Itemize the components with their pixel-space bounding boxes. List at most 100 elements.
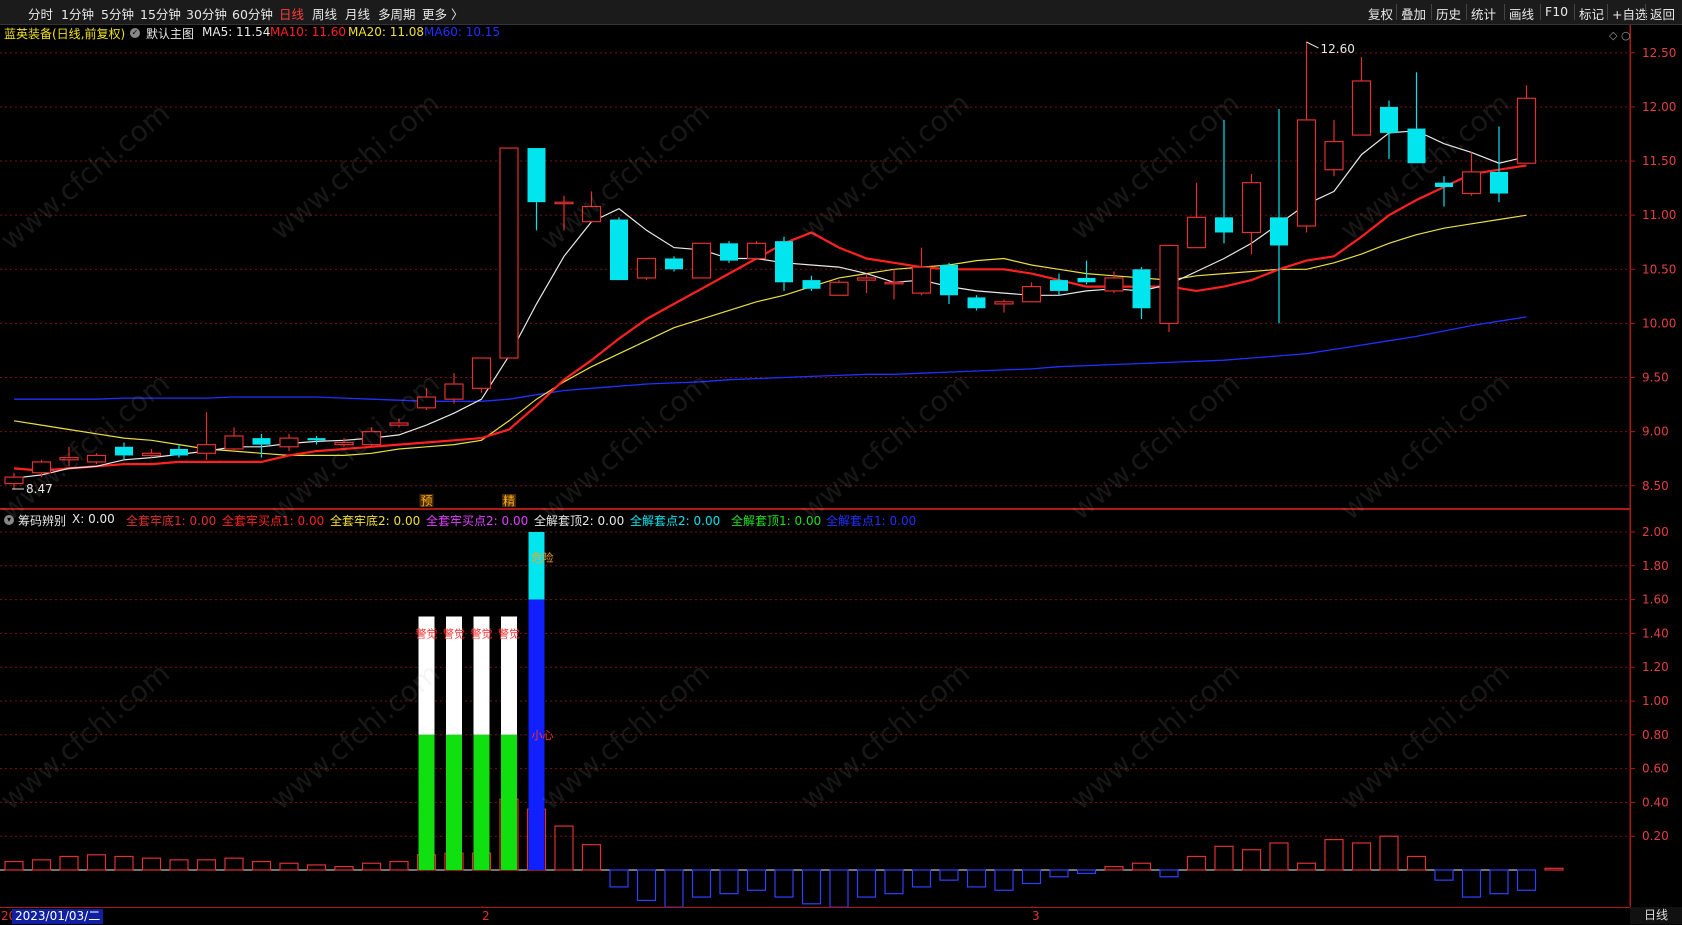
candle-body-up [994, 301, 1014, 305]
candle [1241, 174, 1262, 255]
circle-icon[interactable]: ○ [1621, 29, 1631, 42]
candle-body-down [802, 280, 821, 289]
candle-layer [4, 42, 1537, 489]
period-label[interactable]: 日线 [1630, 907, 1682, 924]
candle [829, 280, 849, 296]
candle-body-up [141, 452, 162, 457]
indicator-bar [1021, 869, 1042, 885]
candle [1407, 72, 1426, 164]
indicator-bar [224, 857, 244, 871]
candle-body-up [1021, 286, 1042, 303]
candle [389, 418, 409, 428]
indicator-layer: 警觉 警觉 警觉 警觉危险小心 [0, 532, 1564, 908]
indicator-bar [86, 854, 107, 871]
candle-body-down [307, 438, 326, 441]
candle-body-up [581, 205, 602, 223]
indicator-bar [1351, 842, 1372, 871]
marker-text: 精 [503, 494, 515, 508]
candle [224, 427, 244, 452]
grid-layer [0, 25, 1635, 924]
candle-body-up [1159, 244, 1179, 325]
candle [1351, 57, 1372, 136]
candle [856, 273, 877, 294]
indicator-bar [1269, 842, 1289, 871]
candle-body-down [527, 148, 546, 203]
candle [1461, 152, 1482, 196]
candle-body-down [1050, 280, 1068, 291]
marker-text: 预 [420, 494, 432, 508]
indicator-bar [334, 866, 354, 871]
indicator-bar [1049, 869, 1069, 878]
indicator-bar [636, 869, 657, 902]
indicator-bar [774, 869, 794, 898]
candle-body-down [1132, 269, 1151, 309]
candle-body-up [1351, 80, 1372, 136]
indicator-bar [939, 869, 959, 881]
month-3-label: 3 [1032, 909, 1040, 923]
indicator-bar [59, 855, 79, 871]
candle [1435, 176, 1453, 207]
candle-body-up [444, 383, 464, 400]
indicator-bar [719, 869, 739, 895]
indicator-bar [31, 859, 52, 871]
candle [31, 459, 52, 478]
candle [802, 275, 821, 291]
candle [994, 299, 1014, 313]
candle [1490, 126, 1508, 203]
candle-body-up [31, 461, 52, 474]
candle-body-down [1215, 217, 1233, 233]
candle [940, 262, 958, 304]
candle-body-up [471, 357, 492, 389]
indicator-bar [746, 869, 767, 891]
candle-body-down [665, 258, 683, 270]
candle [636, 257, 657, 281]
candle [884, 269, 904, 300]
candle-body-down [1077, 277, 1096, 283]
diamond-icon[interactable]: ◇ [1609, 29, 1617, 42]
indicator-bar [966, 869, 987, 888]
indicator-bar [1324, 838, 1344, 871]
candle-body-down [775, 241, 793, 283]
candle [307, 435, 326, 445]
indicator-bar [279, 862, 299, 871]
candle [1270, 109, 1288, 324]
candle-body-down [1490, 171, 1508, 194]
indicator-bar [114, 855, 134, 871]
indicator-bar [1186, 855, 1207, 871]
candle-body-up [279, 437, 299, 448]
careful-label: 小心 [532, 729, 554, 742]
indicator-bar [609, 869, 629, 888]
warn-label: 警觉 [416, 626, 438, 640]
indicator-bar [4, 860, 24, 871]
candle [720, 241, 738, 263]
candle-body-down [1270, 217, 1288, 246]
candle-body-up [334, 441, 354, 446]
indicator-bar [994, 869, 1014, 891]
indicator-bar [691, 869, 712, 898]
candle-body-up [196, 444, 217, 454]
candle-body-up [361, 431, 382, 446]
panel-divider [0, 508, 1630, 510]
candle-body-up [911, 266, 932, 294]
candle [499, 147, 519, 359]
candle-body-down [610, 219, 628, 281]
indicator-bar [1406, 855, 1427, 871]
candle-body-up [636, 257, 657, 279]
candle-body-up [1186, 216, 1207, 249]
candle [1296, 42, 1317, 233]
indicator-bar [1104, 866, 1124, 871]
indicator-bar [1131, 862, 1152, 871]
candle [554, 195, 574, 231]
candle [115, 442, 133, 460]
candle-body-down [720, 243, 738, 261]
indicator-bar [1379, 835, 1399, 871]
indicator-bar [1076, 869, 1097, 874]
candle [471, 357, 492, 393]
high-price-label: 12.60 [1321, 42, 1355, 56]
kline-chart[interactable]: 警觉 警觉 警觉 警觉危险小心 12.5012.0011.5011.0010.5010… [0, 0, 1682, 924]
candle [196, 412, 217, 460]
indicator-bar [1489, 869, 1509, 895]
candle [1159, 244, 1179, 333]
candle [967, 295, 986, 311]
candle-body-up [691, 242, 712, 279]
